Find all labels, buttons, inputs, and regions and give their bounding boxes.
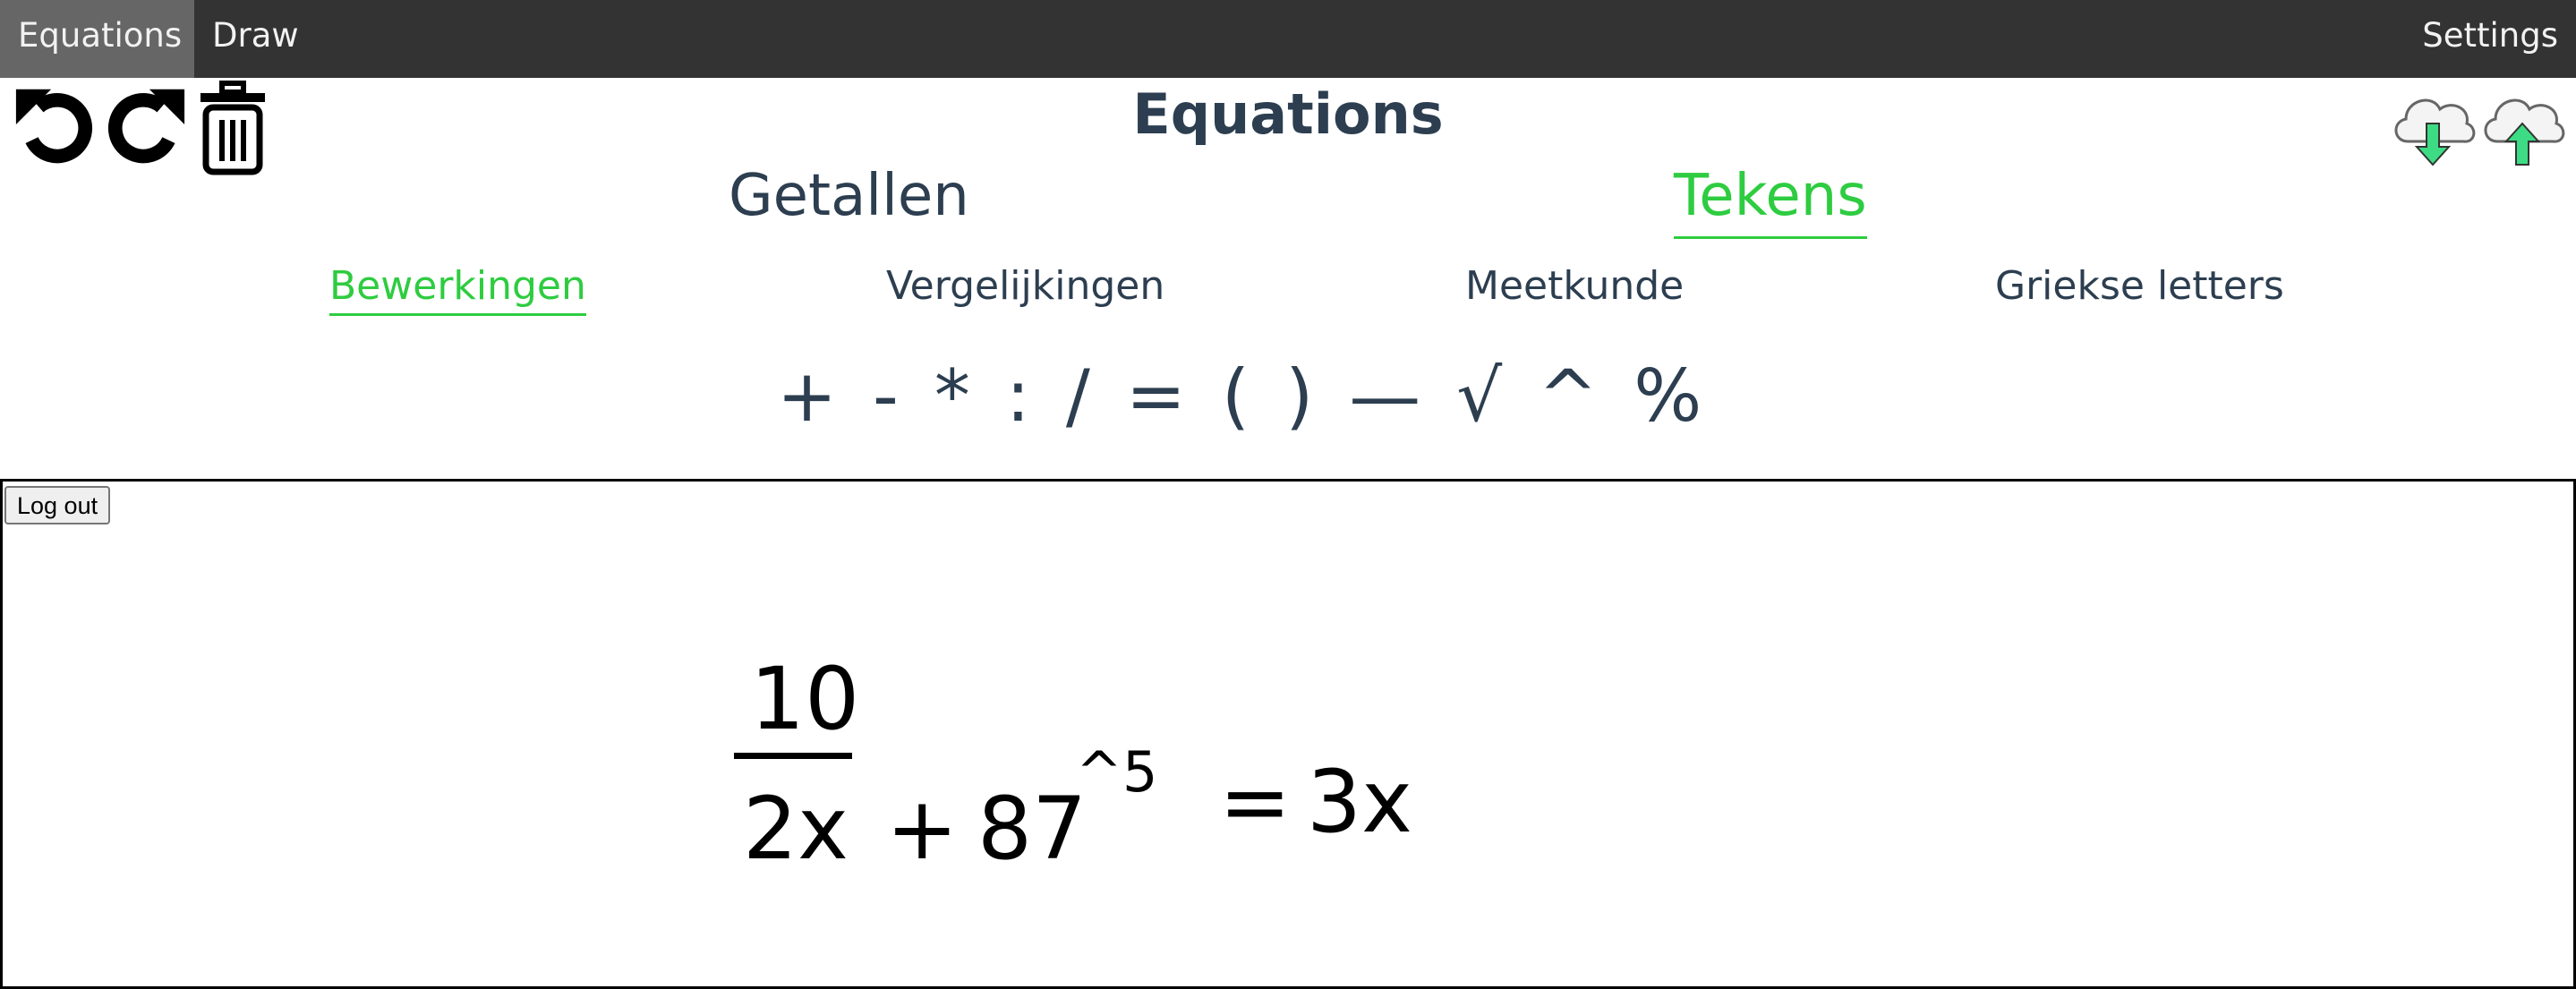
nav-equations[interactable]: Equations <box>0 0 194 78</box>
tab-tekens[interactable]: Tekens <box>1674 156 1867 239</box>
symbol-close-paren[interactable]: ) <box>1285 347 1313 446</box>
equation-numerator[interactable]: 10 <box>750 649 859 749</box>
nav-settings[interactable]: Settings <box>2404 0 2576 78</box>
subtab-vergelijkingen[interactable]: Vergelijkingen <box>886 260 1164 313</box>
symbol-open-paren[interactable]: ( <box>1222 347 1250 446</box>
symbol-fraction-bar[interactable]: — <box>1349 347 1420 446</box>
subtab-meetkunde[interactable]: Meetkunde <box>1465 260 1684 313</box>
equation-equals[interactable]: = <box>1219 752 1291 852</box>
symbol-minus[interactable]: - <box>873 347 899 446</box>
subtab-bewerkingen[interactable]: Bewerkingen <box>329 260 586 316</box>
fraction-bar <box>734 753 852 759</box>
equation-plus[interactable]: + <box>886 779 958 879</box>
equation-canvas[interactable]: Log out <box>0 479 2576 989</box>
equation-denominator[interactable]: 2x <box>743 779 849 879</box>
symbol-multiply[interactable]: * <box>934 347 970 446</box>
tab-getallen[interactable]: Getallen <box>729 156 969 236</box>
symbol-sqrt[interactable]: √ <box>1456 347 1502 446</box>
page-title: Equations <box>1132 81 1444 147</box>
equation-rhs[interactable]: 3x <box>1307 752 1412 852</box>
equation-exponent[interactable]: ^5 <box>1076 739 1157 805</box>
nav-draw[interactable]: Draw <box>194 0 317 78</box>
symbol-colon[interactable]: : <box>1006 347 1030 446</box>
symbol-equals[interactable]: = <box>1126 347 1186 446</box>
equation-base[interactable]: 87 <box>977 779 1087 879</box>
top-nav: Equations Draw Settings <box>0 0 2576 78</box>
subtab-griekse-letters[interactable]: Griekse letters <box>1995 260 2284 313</box>
symbol-percent[interactable]: % <box>1633 347 1702 446</box>
symbol-caret[interactable]: ^ <box>1538 347 1598 446</box>
symbol-plus[interactable]: + <box>777 347 837 446</box>
symbol-palette: + - * : / = ( ) — √ ^ % <box>777 347 1737 446</box>
symbol-slash[interactable]: / <box>1066 347 1090 446</box>
logout-button[interactable]: Log out <box>4 486 111 524</box>
